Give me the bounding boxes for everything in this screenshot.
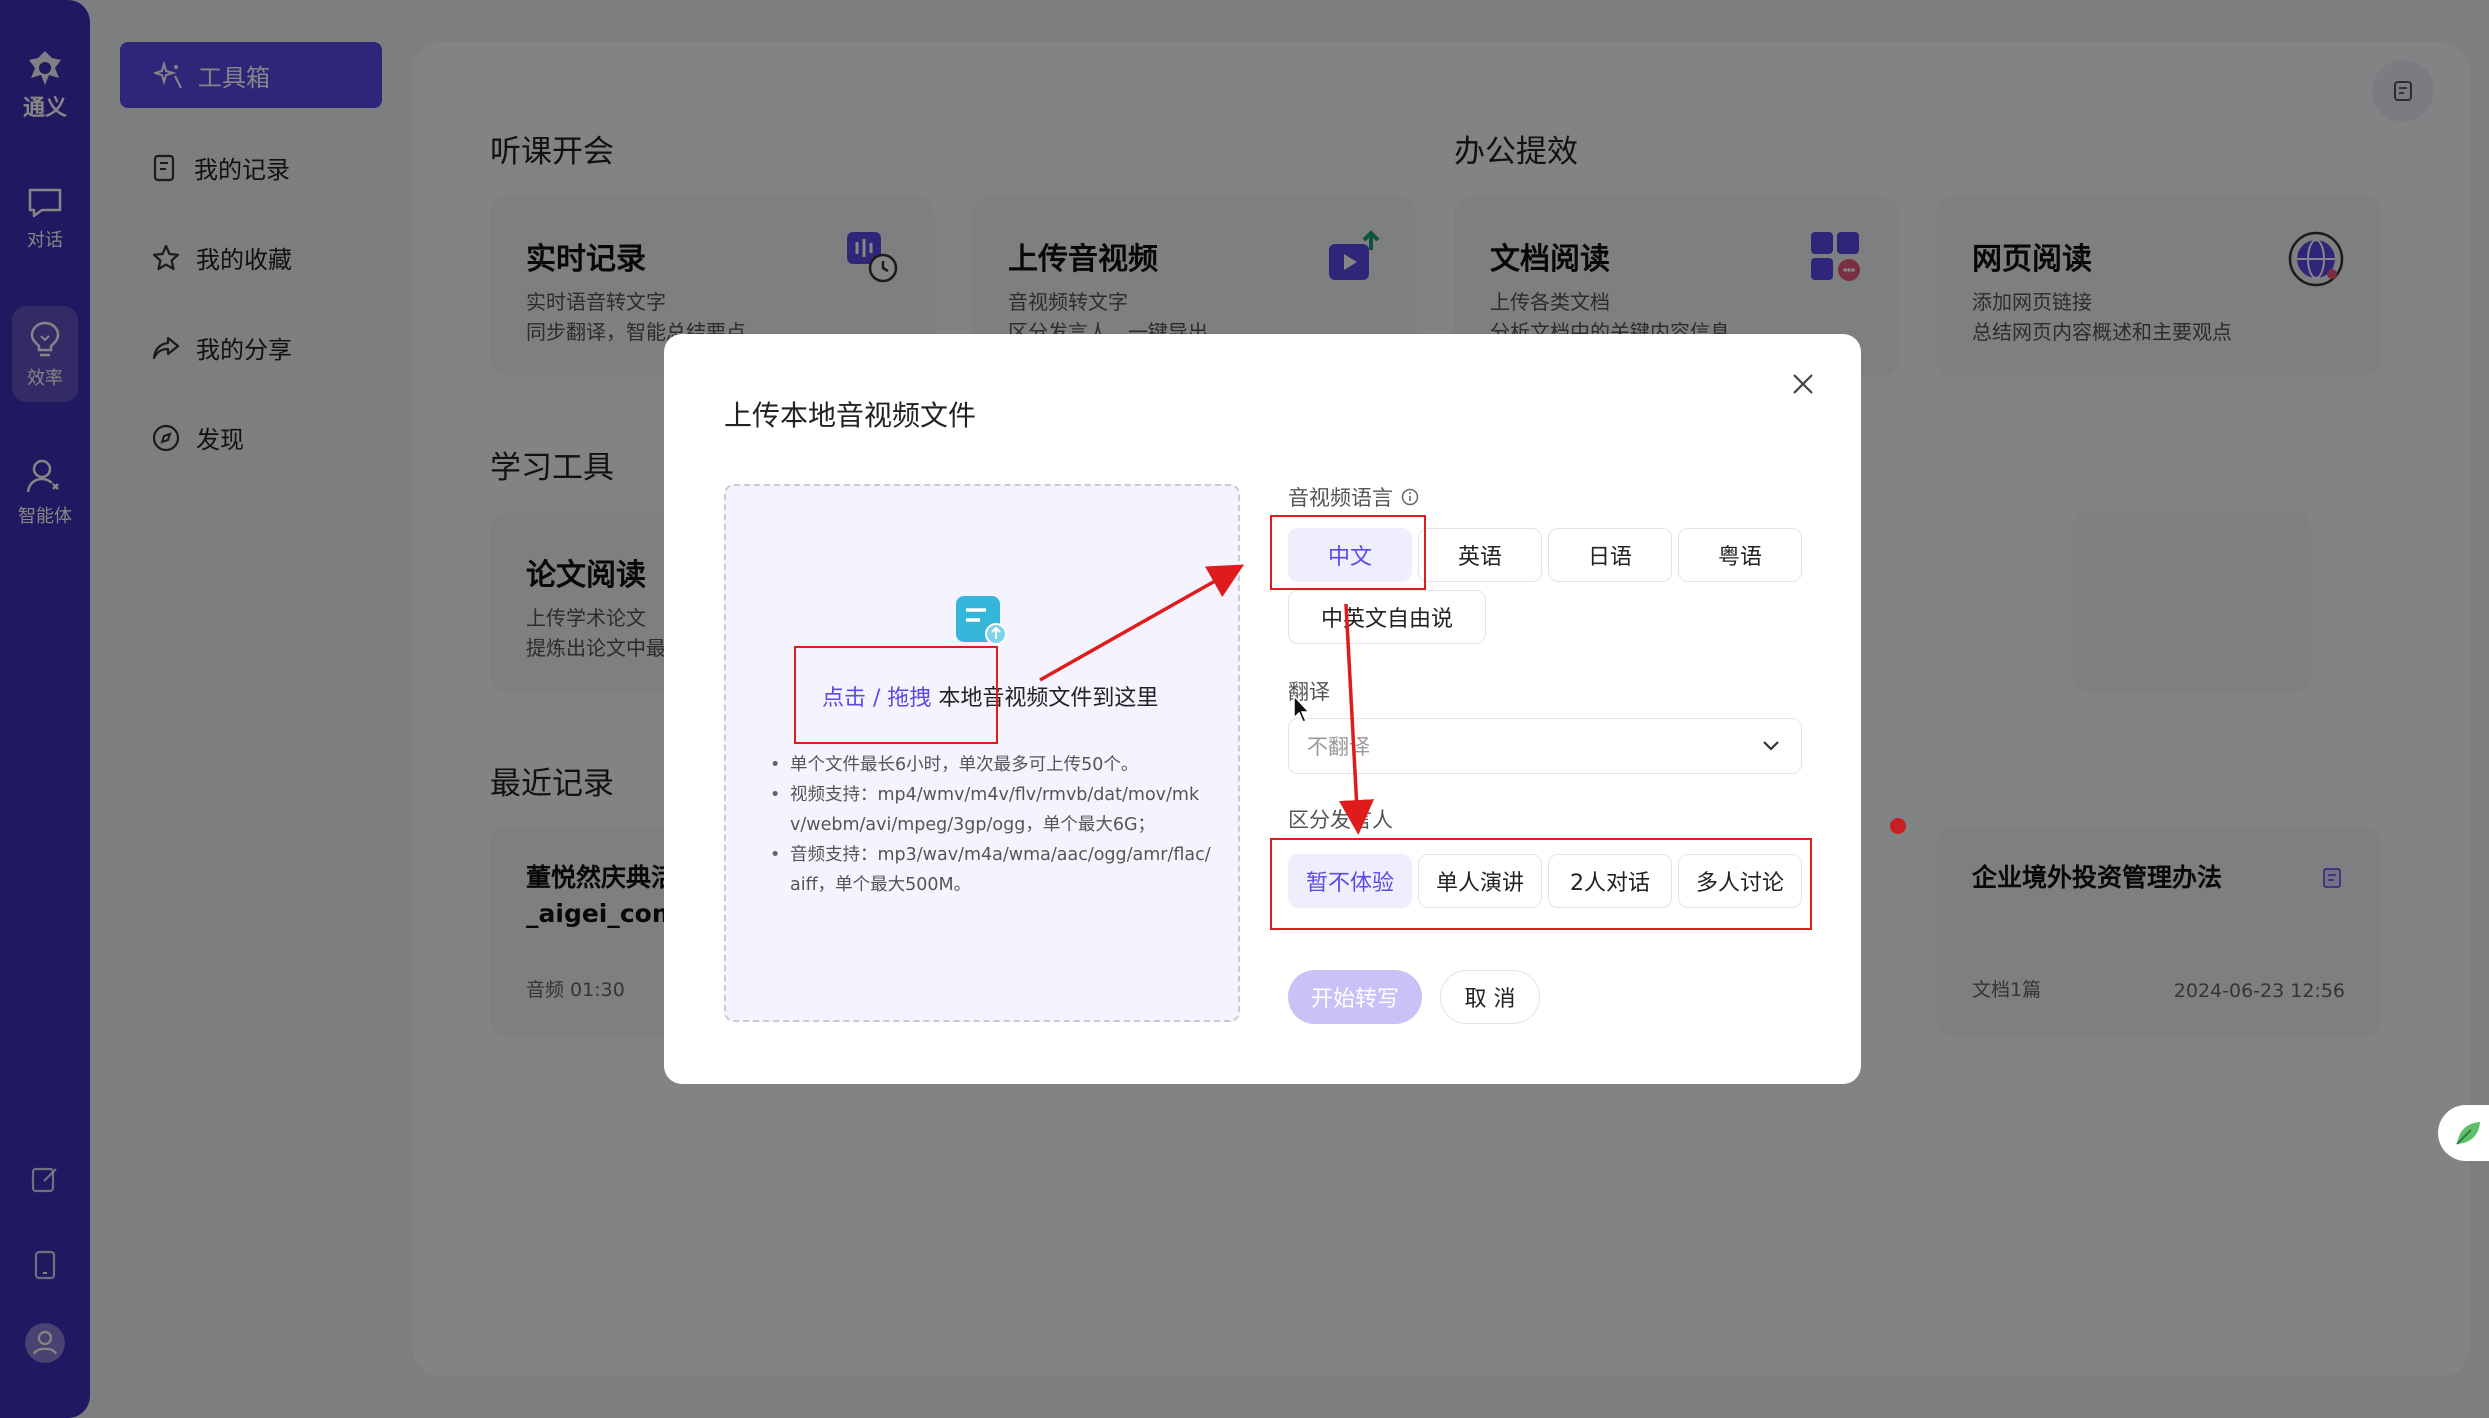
annotation-arrow xyxy=(1039,564,1245,682)
annotation-arrow xyxy=(1339,603,1374,835)
annotation-arrows xyxy=(1039,564,1374,835)
